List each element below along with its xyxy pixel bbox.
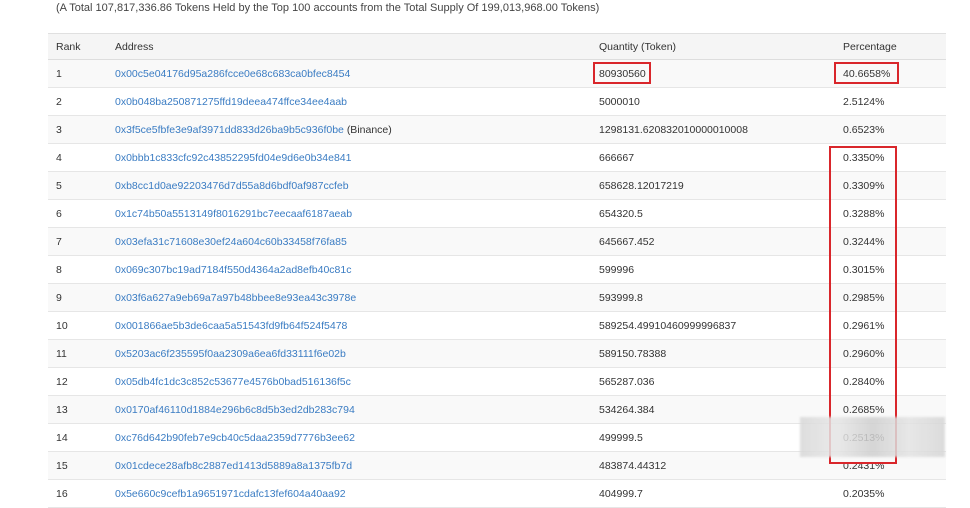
rank-cell: 9	[48, 283, 107, 312]
quantity-cell: 599996	[591, 255, 835, 284]
table-row: 5 0xb8cc1d0ae92203476d7d55a8d6bdf0af987cc…	[48, 171, 946, 200]
quantity-cell: 1298131.620832010000010008	[591, 115, 835, 144]
percentage-cell: 0.2840%	[835, 367, 946, 396]
address-cell: 0x0bbb1c833cfc92c43852295fd04e9d6e0b34e8…	[107, 143, 591, 172]
rank-cell: 10	[48, 311, 107, 340]
address-cell: 0x03f6a627a9eb69a7a97b48bbee8e93ea43c397…	[107, 283, 591, 312]
address-link[interactable]: 0x00c5e04176d95a286fcce0e68c683ca0bfec84…	[115, 68, 350, 80]
address-cell: 0x05db4fc1dc3c852c53677e4576b0bad516136f…	[107, 367, 591, 396]
percentage-cell: 0.6523%	[835, 115, 946, 144]
address-link[interactable]: 0xb8cc1d0ae92203476d7d55a8d6bdf0af987ccf…	[115, 180, 349, 192]
address-cell: 0x0b048ba250871275ffd19deea474ffce34ee4a…	[107, 87, 591, 116]
address-link[interactable]: 0x069c307bc19ad7184f550d4364a2ad8efb40c8…	[115, 264, 351, 276]
table-row: 4 0x0bbb1c833cfc92c43852295fd04e9d6e0b34e…	[48, 143, 946, 172]
percentage-cell: 2.5124%	[835, 87, 946, 116]
address-link[interactable]: 0xc76d642b90feb7e9cb40c5daa2359d7776b3ee…	[115, 432, 355, 444]
column-header-address: Address	[107, 33, 591, 60]
address-link[interactable]: 0x5e660c9cefb1a9651971cdafc13fef604a40aa…	[115, 488, 346, 500]
table-row: 9 0x03f6a627a9eb69a7a97b48bbee8e93ea43c39…	[48, 283, 946, 312]
address-link[interactable]: 0x5203ac6f235595f0aa2309a6ea6fd33111f6e0…	[115, 348, 346, 360]
table-row: 2 0x0b048ba250871275ffd19deea474ffce34ee4…	[48, 87, 946, 116]
percentage-cell: 0.3244%	[835, 227, 946, 256]
quantity-cell: 565287.036	[591, 367, 835, 396]
quantity-cell: 589150.78388	[591, 339, 835, 368]
table-row: 16 0x5e660c9cefb1a9651971cdafc13fef604a40…	[48, 479, 946, 508]
quantity-cell: 666667	[591, 143, 835, 172]
address-cell: 0xb8cc1d0ae92203476d7d55a8d6bdf0af987ccf…	[107, 171, 591, 200]
address-cell: 0x5e660c9cefb1a9651971cdafc13fef604a40aa…	[107, 479, 591, 508]
rank-cell: 11	[48, 339, 107, 368]
address-link[interactable]: 0x3f5ce5fbfe3e9af3971dd833d26ba9b5c936f0…	[115, 124, 344, 136]
address-link[interactable]: 0x03f6a627a9eb69a7a97b48bbee8e93ea43c397…	[115, 292, 356, 304]
address-link[interactable]: 0x0b048ba250871275ffd19deea474ffce34ee4a…	[115, 96, 347, 108]
table-row: 11 0x5203ac6f235595f0aa2309a6ea6fd33111f6…	[48, 339, 946, 368]
rank-cell: 13	[48, 395, 107, 424]
table-row: 1 0x00c5e04176d95a286fcce0e68c683ca0bfec8…	[48, 59, 946, 88]
rank-cell: 7	[48, 227, 107, 256]
percentage-cell: 0.2961%	[835, 311, 946, 340]
address-cell: 0x01cdece28afb8c2887ed1413d5889a8a1375fb…	[107, 451, 591, 480]
percentage-cell: 0.3288%	[835, 199, 946, 228]
rank-cell: 14	[48, 423, 107, 452]
address-cell: 0x0170af46110d1884e296b6c8d5b3ed2db283c7…	[107, 395, 591, 424]
table-row: 3 0x3f5ce5fbfe3e9af3971dd833d26ba9b5c936f…	[48, 115, 946, 144]
address-link[interactable]: 0x03efa31c71608e30ef24a604c60b33458f76fa…	[115, 236, 347, 248]
quantity-cell: 5000010	[591, 87, 835, 116]
percentage-cell: 0.3350%	[835, 143, 946, 172]
quantity-cell: 654320.5	[591, 199, 835, 228]
column-header-quantity: Quantity (Token)	[591, 33, 835, 60]
address-link[interactable]: 0x001866ae5b3de6caa5a51543fd9fb64f524f54…	[115, 320, 347, 332]
table-row: 10 0x001866ae5b3de6caa5a51543fd9fb64f524f…	[48, 311, 946, 340]
address-cell: 0x00c5e04176d95a286fcce0e68c683ca0bfec84…	[107, 59, 591, 88]
rank-cell: 1	[48, 59, 107, 88]
table-row: 8 0x069c307bc19ad7184f550d4364a2ad8efb40c…	[48, 255, 946, 284]
address-link[interactable]: 0x1c74b50a5513149f8016291bc7eecaaf6187ae…	[115, 208, 352, 220]
rank-cell: 6	[48, 199, 107, 228]
address-link[interactable]: 0x01cdece28afb8c2887ed1413d5889a8a1375fb…	[115, 460, 352, 472]
address-link[interactable]: 0x05db4fc1dc3c852c53677e4576b0bad516136f…	[115, 376, 351, 388]
percentage-cell: 40.6658%	[835, 59, 946, 88]
column-header-rank: Rank	[48, 33, 107, 60]
rank-cell: 4	[48, 143, 107, 172]
quantity-cell: 80930560	[591, 59, 835, 88]
address-cell: 0x5203ac6f235595f0aa2309a6ea6fd33111f6e0…	[107, 339, 591, 368]
table-row: 12 0x05db4fc1dc3c852c53677e4576b0bad51613…	[48, 367, 946, 396]
quantity-cell: 589254.49910460999996837	[591, 311, 835, 340]
rank-cell: 2	[48, 87, 107, 116]
percentage-cell: 0.3309%	[835, 171, 946, 200]
quantity-cell: 404999.7	[591, 479, 835, 508]
rank-cell: 15	[48, 451, 107, 480]
percentage-cell: 0.2960%	[835, 339, 946, 368]
address-tag: (Binance)	[346, 123, 392, 136]
rank-cell: 12	[48, 367, 107, 396]
table-header: Rank Address Quantity (Token) Percentage	[48, 33, 946, 60]
address-cell: 0x069c307bc19ad7184f550d4364a2ad8efb40c8…	[107, 255, 591, 284]
address-cell: 0x1c74b50a5513149f8016291bc7eecaaf6187ae…	[107, 199, 591, 228]
percentage-cell: 0.2035%	[835, 479, 946, 508]
address-cell: 0x3f5ce5fbfe3e9af3971dd833d26ba9b5c936f0…	[107, 115, 591, 144]
blurred-watermark-patch	[800, 417, 945, 457]
quantity-cell: 499999.5	[591, 423, 835, 452]
percentage-cell: 0.3015%	[835, 255, 946, 284]
address-cell: 0xc76d642b90feb7e9cb40c5daa2359d7776b3ee…	[107, 423, 591, 452]
rank-cell: 16	[48, 479, 107, 508]
holders-summary-text: (A Total 107,817,336.86 Tokens Held by t…	[56, 2, 600, 14]
quantity-cell: 593999.8	[591, 283, 835, 312]
rank-cell: 5	[48, 171, 107, 200]
address-cell: 0x03efa31c71608e30ef24a604c60b33458f76fa…	[107, 227, 591, 256]
table-row: 6 0x1c74b50a5513149f8016291bc7eecaaf6187a…	[48, 199, 946, 228]
quantity-cell: 534264.384	[591, 395, 835, 424]
rank-cell: 3	[48, 115, 107, 144]
address-cell: 0x001866ae5b3de6caa5a51543fd9fb64f524f54…	[107, 311, 591, 340]
quantity-cell: 483874.44312	[591, 451, 835, 480]
column-header-percentage: Percentage	[835, 33, 946, 60]
percentage-cell: 0.2985%	[835, 283, 946, 312]
address-link[interactable]: 0x0bbb1c833cfc92c43852295fd04e9d6e0b34e8…	[115, 152, 351, 164]
quantity-cell: 645667.452	[591, 227, 835, 256]
address-link[interactable]: 0x0170af46110d1884e296b6c8d5b3ed2db283c7…	[115, 404, 355, 416]
rank-cell: 8	[48, 255, 107, 284]
quantity-cell: 658628.12017219	[591, 171, 835, 200]
table-row: 7 0x03efa31c71608e30ef24a604c60b33458f76f…	[48, 227, 946, 256]
